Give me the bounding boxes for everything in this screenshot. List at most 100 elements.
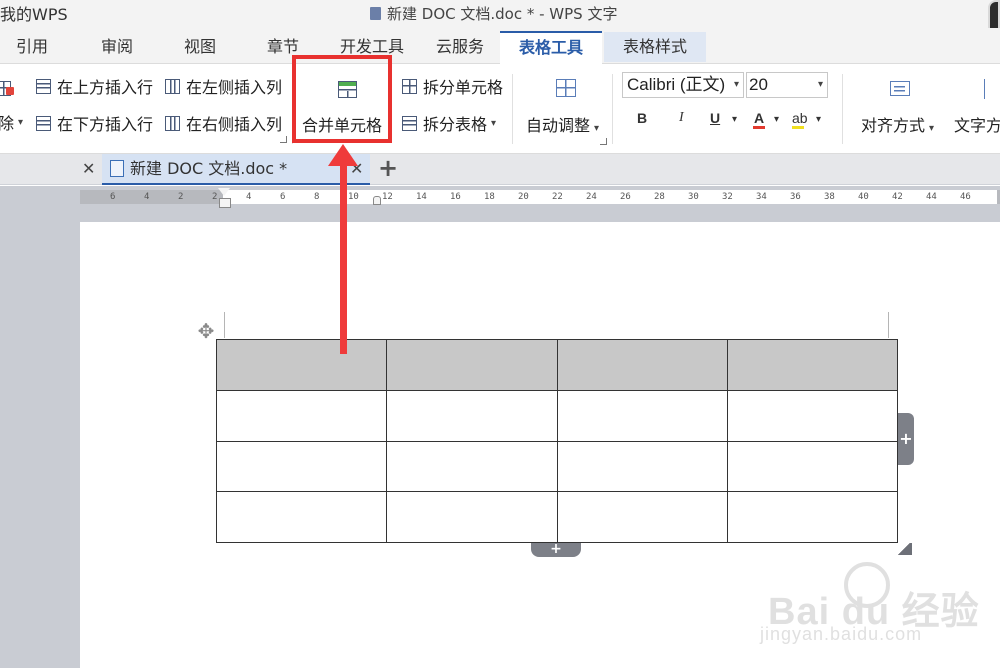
alignment-button[interactable]: 对齐方式 ▾ (861, 112, 934, 136)
document-icon (110, 160, 124, 177)
font-size-select[interactable]: 20 ▾ (746, 72, 828, 98)
ruler-tick-label: 34 (756, 192, 767, 202)
chevron-down-icon: ▾ (594, 123, 600, 134)
table-move-icon[interactable]: ✥ (196, 321, 216, 341)
table-row (215, 491, 899, 543)
chevron-down-icon: ▾ (733, 79, 739, 90)
ribbon-divider (612, 74, 613, 144)
auto-fit-button[interactable]: 自动调整 ▾ (526, 112, 599, 136)
title-bar: 新建 DOC 文档.doc * - WPS 文字 (0, 0, 1000, 28)
table-cell[interactable] (215, 491, 388, 543)
add-row-icon[interactable]: + (531, 542, 581, 557)
ruler-tick-label: 18 (484, 192, 495, 202)
annotation-arrow-shaft (340, 160, 347, 354)
chevron-down-icon: ▾ (929, 123, 935, 134)
add-column-icon[interactable]: + (898, 413, 914, 465)
tab-view[interactable]: 视图 (178, 32, 222, 62)
split-table-button[interactable]: 拆分表格 ▾ (402, 111, 496, 135)
table-cell[interactable] (726, 339, 899, 391)
ruler-tick-label: 38 (824, 192, 835, 202)
chevron-down-icon: ▾ (18, 116, 24, 128)
auto-fit-dialog-launcher[interactable] (600, 138, 607, 145)
rows-cols-dialog-launcher[interactable] (280, 136, 287, 143)
table-cell[interactable] (556, 339, 728, 391)
insert-col-right-icon (165, 115, 180, 131)
ruler-tick-label: 42 (892, 192, 903, 202)
ruler-tick-label: 6 (110, 192, 116, 202)
ruler-tick-label: 36 (790, 192, 801, 202)
ruler-tick-label: 28 (654, 192, 665, 202)
table-cell[interactable] (556, 389, 728, 442)
split-cells-button[interactable]: 拆分单元格 (402, 74, 503, 98)
chevron-down-icon[interactable]: ▾ (732, 114, 737, 125)
baidu-watermark: Bai du 经验 jingyan.baidu.com (760, 562, 990, 662)
ruler-tick-label: 16 (450, 192, 461, 202)
window-title: 新建 DOC 文档.doc * - WPS 文字 (370, 3, 617, 24)
tab-stop-marker[interactable] (373, 196, 381, 205)
insert-col-right-button[interactable]: 在右侧插入列 (165, 111, 282, 135)
ruler-tick-label: 4 (246, 192, 252, 202)
indent-marker[interactable] (218, 188, 231, 208)
text-direction-button[interactable]: 文字方 (954, 112, 1000, 136)
ruler-tick-label: 14 (416, 192, 427, 202)
ruler-tick-label: 4 (144, 192, 150, 202)
table-cell[interactable] (215, 440, 388, 493)
document-table[interactable] (215, 339, 899, 543)
margin-marker (888, 312, 889, 338)
font-name-select[interactable]: Calibri (正文) ▾ (622, 72, 744, 98)
insert-col-left-button[interactable]: 在左侧插入列 (165, 74, 282, 98)
font-color-button[interactable]: A (752, 110, 766, 129)
table-cell[interactable] (556, 440, 728, 493)
ruler-tick-label: 8 (314, 192, 320, 202)
table-row (215, 339, 899, 391)
table-cell[interactable] (386, 440, 558, 493)
delete-table-icon-button[interactable] (0, 76, 17, 100)
table-cell[interactable] (386, 491, 558, 543)
insert-row-below-icon (36, 115, 51, 131)
document-icon (370, 7, 381, 20)
chevron-down-icon[interactable]: ▾ (816, 114, 821, 125)
chevron-down-icon[interactable]: ▾ (774, 114, 779, 125)
table-resize-icon[interactable] (898, 543, 912, 555)
auto-fit-icon (556, 79, 576, 97)
text-direction-icon (984, 79, 1000, 99)
close-icon[interactable]: ✕ (82, 154, 95, 184)
highlight-button[interactable]: ab (792, 110, 808, 129)
underline-button[interactable]: U (710, 110, 720, 126)
bold-button[interactable]: B (637, 110, 647, 126)
table-cell[interactable] (726, 389, 899, 442)
table-cell[interactable] (386, 389, 558, 442)
table-cell[interactable] (386, 339, 558, 391)
add-tab-icon[interactable]: + (378, 153, 398, 183)
insert-row-below-button[interactable]: 在下方插入行 (36, 111, 153, 135)
annotation-arrow-head (328, 144, 358, 166)
tab-table-style[interactable]: 表格样式 (604, 32, 706, 62)
tab-cloud-services[interactable]: 云服务 (430, 32, 490, 62)
ruler-tick-label: 40 (858, 192, 869, 202)
ruler-tick-label: 30 (688, 192, 699, 202)
ruler-tick-label: 6 (280, 192, 286, 202)
ruler-tick-label: 44 (926, 192, 937, 202)
table-cell[interactable] (556, 491, 728, 543)
table-cell[interactable] (726, 491, 899, 543)
tab-references[interactable]: 引用 (10, 32, 54, 62)
ruler-tick-label: 32 (722, 192, 733, 202)
tab-my-wps[interactable]: 我的WPS (0, 0, 100, 31)
ruler-tick-label: 22 (552, 192, 563, 202)
table-cell[interactable] (215, 389, 388, 442)
delete-button[interactable]: 除 ▾ (0, 110, 23, 134)
ruler-tick-label: 20 (518, 192, 529, 202)
alignment-icon (890, 81, 910, 96)
ruler-tick-label: 2 (178, 192, 184, 202)
ruler-tick-label: 24 (586, 192, 597, 202)
tab-review[interactable]: 审阅 (95, 32, 139, 62)
italic-button[interactable]: I (679, 110, 684, 126)
table-cell[interactable] (726, 440, 899, 493)
insert-row-above-button[interactable]: 在上方插入行 (36, 74, 153, 98)
chevron-down-icon: ▾ (817, 79, 823, 90)
menu-bar: 引用 审阅 视图 章节 开发工具 云服务 表格工具 表格样式 (0, 28, 1000, 65)
chevron-down-icon: ▾ (491, 117, 497, 129)
table-cell[interactable] (215, 339, 388, 391)
ruler-tick-label: 2 (212, 192, 218, 202)
tab-table-tools[interactable]: 表格工具 (500, 31, 602, 65)
